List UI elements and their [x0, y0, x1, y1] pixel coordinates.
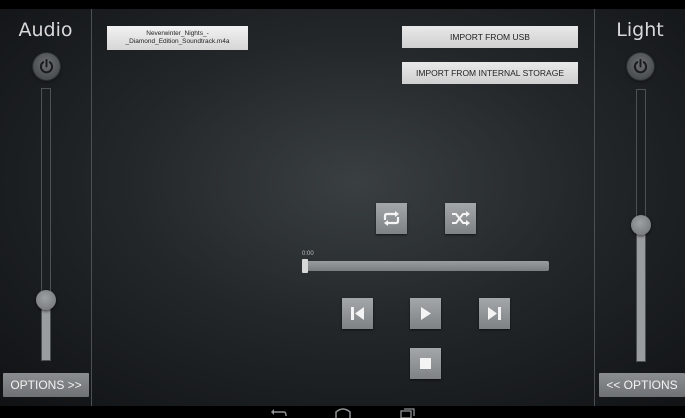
audio-power-button[interactable] — [33, 53, 60, 80]
audio-title: Audio — [18, 19, 73, 41]
shuffle-button[interactable] — [445, 203, 476, 234]
power-icon — [633, 59, 648, 74]
app-screen: Audio OPTIONS >> Light << OPTIONS Neverw… — [0, 0, 685, 406]
play-icon — [421, 307, 431, 320]
shuffle-icon — [452, 211, 470, 226]
light-power-button[interactable] — [627, 53, 654, 80]
seek-bar[interactable] — [303, 261, 549, 271]
elapsed-time: 0:00 — [302, 251, 314, 257]
play-button[interactable] — [410, 298, 441, 329]
recents-icon[interactable] — [397, 406, 417, 418]
repeat-button[interactable] — [376, 203, 407, 234]
next-button[interactable] — [479, 298, 510, 329]
import-usb-button[interactable]: IMPORT FROM USB — [402, 26, 578, 48]
skip-next-icon — [488, 307, 501, 320]
brightness-slider-fill — [637, 225, 645, 361]
volume-slider[interactable] — [36, 88, 56, 361]
audio-options-button[interactable]: OPTIONS >> — [3, 373, 89, 397]
stop-icon — [420, 358, 431, 369]
audio-panel: Audio OPTIONS >> — [0, 9, 92, 406]
light-options-button[interactable]: << OPTIONS — [599, 373, 685, 397]
volume-slider-thumb[interactable] — [36, 290, 56, 310]
import-internal-button[interactable]: IMPORT FROM INTERNAL STORAGE — [402, 62, 578, 84]
track-name-line2: _Diamond_Edition_Soundtrack.m4a — [125, 38, 230, 45]
back-icon[interactable] — [270, 406, 290, 418]
light-panel: Light << OPTIONS — [594, 9, 685, 406]
brightness-slider-thumb[interactable] — [631, 215, 651, 235]
previous-button[interactable] — [342, 298, 373, 329]
track-name-line1: Neverwinter_Nights_- — [146, 30, 209, 37]
skip-previous-icon — [351, 307, 364, 320]
track-name-button[interactable]: Neverwinter_Nights_- _Diamond_Edition_So… — [107, 26, 248, 50]
power-icon — [39, 59, 54, 74]
light-title: Light — [616, 19, 664, 41]
seek-bar-thumb[interactable] — [302, 259, 308, 273]
system-nav-bar — [0, 406, 685, 418]
stop-button[interactable] — [410, 348, 441, 379]
brightness-slider[interactable] — [631, 89, 651, 362]
home-icon[interactable] — [333, 406, 353, 418]
status-strip — [0, 0, 685, 9]
repeat-icon — [383, 211, 400, 226]
